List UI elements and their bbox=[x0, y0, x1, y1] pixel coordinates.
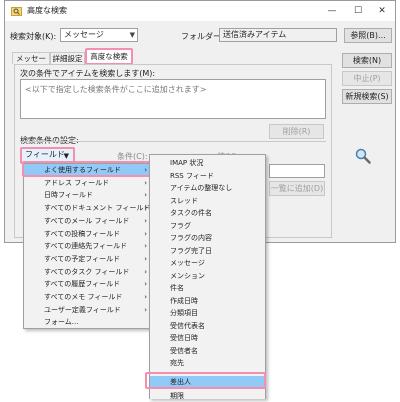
search-target-select[interactable]: メッセージ ▼ bbox=[60, 28, 138, 42]
maximize-icon[interactable]: ☐ bbox=[349, 3, 367, 19]
frequently-used-fields-highlight bbox=[22, 161, 156, 177]
chevron-down-icon: ▼ bbox=[129, 31, 135, 39]
new-search-button[interactable]: 新規検索(S) bbox=[342, 89, 392, 104]
criteria-list-placeholder: <以下で指定した検索条件がここに追加されます> bbox=[25, 85, 207, 94]
close-icon[interactable]: ✕ bbox=[373, 3, 391, 19]
field-menu-item[interactable]: アドレス フィールド › bbox=[24, 177, 153, 189]
field-menu-item[interactable]: すべてのメモ フィールド › bbox=[24, 291, 153, 303]
field-menu-item[interactable]: 日時フィールド › bbox=[24, 189, 153, 201]
window-title: 高度な検索 bbox=[27, 6, 67, 15]
chevron-right-icon: › bbox=[144, 305, 147, 314]
chevron-right-icon: › bbox=[144, 178, 147, 187]
title-bar: 高度な検索 — ☐ ✕ bbox=[5, 1, 395, 21]
frequently-used-submenu: IMAP 状況 RSS フィード アイテムの整理なし スレッド タスクの件名 フ… bbox=[149, 154, 266, 402]
minimize-icon[interactable]: — bbox=[323, 3, 341, 19]
field-menu-item[interactable]: すべての予定フィールド › bbox=[24, 253, 153, 265]
stop-button[interactable]: 中止(P) bbox=[342, 71, 392, 86]
submenu-item[interactable]: RSS フィード bbox=[150, 170, 265, 182]
field-menu-item[interactable]: フォーム... bbox=[24, 316, 153, 328]
field-menu-item[interactable]: すべてのタスク フィールド › bbox=[24, 266, 153, 278]
chevron-right-icon: › bbox=[144, 280, 147, 289]
submenu-item[interactable]: 宛先 bbox=[150, 357, 265, 369]
tab-messages[interactable]: メッセージ bbox=[12, 52, 50, 74]
sender-highlight bbox=[145, 372, 266, 389]
submenu-item[interactable]: IMAP 状況 bbox=[150, 157, 265, 169]
chevron-right-icon: › bbox=[144, 254, 147, 263]
value-input[interactable] bbox=[269, 164, 325, 178]
submenu-item[interactable]: メンション bbox=[150, 270, 265, 282]
folder-field: 送信済みアイテム bbox=[219, 28, 337, 42]
field-menu-item[interactable]: すべてのメール フィールド › bbox=[24, 215, 153, 227]
tab-advanced[interactable]: 高度な検索 bbox=[85, 48, 133, 65]
submenu-item[interactable]: 受信代表名 bbox=[150, 320, 265, 332]
search-now-button[interactable]: 検索(N) bbox=[342, 53, 392, 68]
delete-button[interactable]: 削除(R) bbox=[269, 124, 324, 139]
chevron-right-icon: › bbox=[144, 293, 147, 301]
field-menu: よく使用するフィールド › アドレス フィールド › 日時フィールド › すべてのドキ… bbox=[23, 163, 154, 329]
search-target-label: 検索対象(K): bbox=[10, 32, 57, 41]
submenu-item[interactable]: 受信者名 bbox=[150, 345, 265, 357]
chevron-right-icon: › bbox=[144, 204, 147, 213]
criteria-list[interactable]: <以下で指定した検索条件がここに追加されます> bbox=[20, 79, 326, 119]
field-menu-item[interactable]: すべての履歴フィールド › bbox=[24, 278, 153, 290]
magnifier-icon bbox=[355, 148, 371, 164]
chevron-right-icon: › bbox=[144, 191, 147, 200]
submenu-item[interactable]: 作成日時 bbox=[150, 295, 265, 307]
folder-value: 送信済みアイテム bbox=[223, 30, 287, 39]
field-menu-item[interactable]: すべての投稿フィールド › bbox=[24, 228, 153, 240]
submenu-item[interactable]: フラグ bbox=[150, 220, 265, 232]
submenu-item[interactable]: 受信日時 bbox=[150, 332, 265, 344]
tab-more-choices[interactable]: 詳細設定 bbox=[50, 52, 85, 64]
search-folder-icon bbox=[11, 7, 22, 16]
folder-label: フォルダー: bbox=[181, 32, 224, 41]
submenu-item[interactable]: アイテムの整理なし bbox=[150, 182, 265, 194]
divider bbox=[20, 141, 326, 142]
submenu-item[interactable]: フラグの内容 bbox=[150, 232, 265, 244]
chevron-right-icon: › bbox=[144, 267, 147, 276]
chevron-right-icon: › bbox=[144, 242, 147, 251]
criteria-list-label: 次の条件でアイテムを検索します(M): bbox=[20, 69, 156, 78]
submenu-item[interactable]: フラグ完了日 bbox=[150, 245, 265, 257]
submenu-item[interactable]: タスクの件名 bbox=[150, 207, 265, 219]
submenu-item[interactable]: 期限 bbox=[150, 390, 265, 402]
add-to-list-button[interactable]: 一覧に追加(D) bbox=[269, 181, 325, 196]
search-target-value: メッセージ bbox=[64, 30, 104, 39]
submenu-item[interactable]: 分類項目 bbox=[150, 307, 265, 319]
browse-button[interactable]: 参照(B)... bbox=[344, 28, 392, 43]
field-menu-item[interactable]: すべての連絡先フィールド › bbox=[24, 240, 153, 252]
chevron-right-icon: › bbox=[144, 216, 147, 225]
chevron-right-icon: › bbox=[144, 229, 147, 238]
field-menu-item[interactable]: すべてのドキュメント フィールド › bbox=[24, 202, 153, 214]
submenu-item[interactable]: 件名 bbox=[150, 282, 265, 294]
submenu-item[interactable]: メッセージ bbox=[150, 257, 265, 269]
submenu-item[interactable]: スレッド bbox=[150, 195, 265, 207]
field-menu-item[interactable]: ユーザー定義フィールド › bbox=[24, 304, 153, 316]
